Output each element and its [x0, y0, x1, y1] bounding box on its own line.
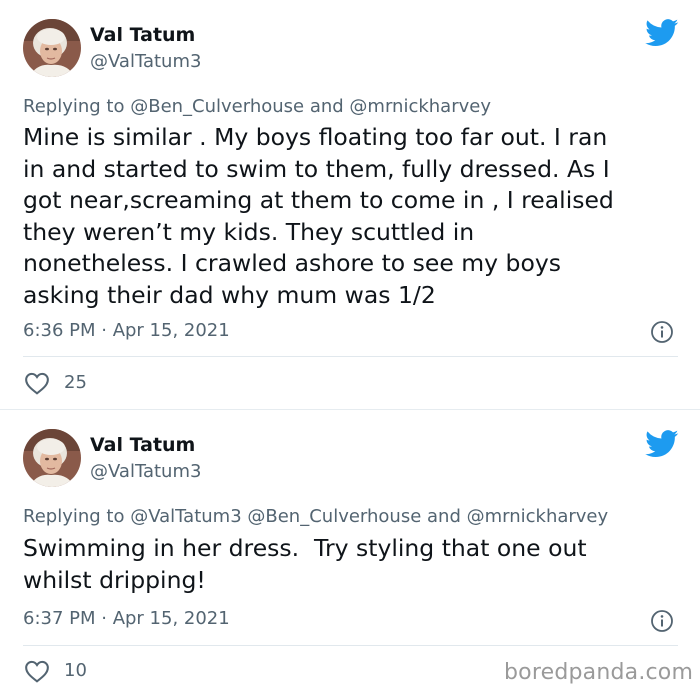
- info-icon[interactable]: [650, 320, 674, 344]
- tweet-timestamp[interactable]: 6:37 PM · Apr 15, 2021: [23, 608, 230, 629]
- info-icon[interactable]: [650, 609, 674, 633]
- heart-icon[interactable]: [24, 371, 50, 395]
- avatar[interactable]: [23, 19, 81, 77]
- author-display-name[interactable]: Val Tatum: [90, 434, 195, 456]
- reply-mentions[interactable]: @ValTatum3 @Ben_Culverhouse and @mrnickh…: [130, 506, 608, 527]
- tweet-divider: [23, 645, 678, 646]
- twitter-bird-icon[interactable]: [645, 19, 679, 47]
- like-count: 10: [64, 660, 87, 681]
- tweet-card[interactable]: Val Tatum @ValTatum3 Replying to @Ben_Cu…: [0, 0, 700, 409]
- author-handle[interactable]: @ValTatum3: [90, 51, 201, 72]
- reply-context: Replying to @ValTatum3 @Ben_Culverhouse …: [23, 506, 608, 527]
- tweet-text: Swimming in her dress. Try styling that …: [23, 534, 587, 594]
- tweet-divider: [23, 356, 678, 357]
- reply-mentions[interactable]: @Ben_Culverhouse and @mrnickharvey: [130, 96, 491, 117]
- reply-context: Replying to @Ben_Culverhouse and @mrnick…: [23, 96, 491, 117]
- tweet-timestamp[interactable]: 6:36 PM · Apr 15, 2021: [23, 320, 230, 341]
- like-count: 25: [64, 372, 87, 393]
- tweet-text: Mine is similar . My boys floating too f…: [23, 123, 614, 309]
- author-handle[interactable]: @ValTatum3: [90, 461, 201, 482]
- avatar[interactable]: [23, 429, 81, 487]
- twitter-bird-icon[interactable]: [645, 430, 679, 458]
- reply-prefix: Replying to: [23, 96, 125, 117]
- reply-prefix: Replying to: [23, 506, 125, 527]
- tweet-card[interactable]: Val Tatum @ValTatum3 Replying to @ValTat…: [0, 410, 700, 698]
- watermark: boredpanda.com: [504, 660, 694, 685]
- author-display-name[interactable]: Val Tatum: [90, 24, 195, 46]
- heart-icon[interactable]: [24, 659, 50, 683]
